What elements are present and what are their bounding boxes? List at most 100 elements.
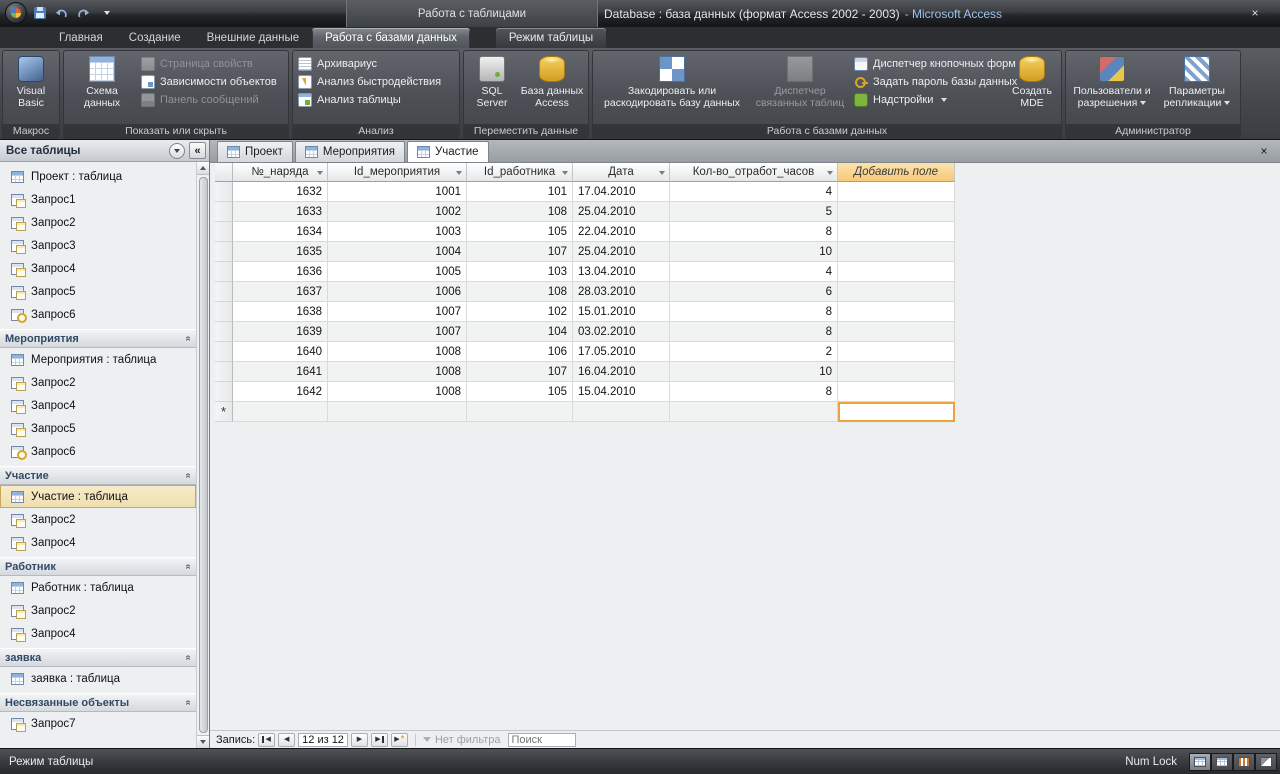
nav-pane-shutter-button[interactable]: « xyxy=(189,142,206,159)
cell[interactable] xyxy=(573,402,670,422)
cell[interactable]: 2 xyxy=(670,342,838,362)
linked-table-manager-button[interactable]: Диспетчер связанных таблиц xyxy=(750,52,850,123)
nav-section-header[interactable]: Работник « xyxy=(0,557,196,576)
cell[interactable]: 108 xyxy=(467,202,573,222)
cell[interactable] xyxy=(670,402,838,422)
column-header[interactable]: Id_мероприятия xyxy=(328,163,467,182)
add-field-cell[interactable] xyxy=(838,182,955,202)
row-selector[interactable] xyxy=(215,322,233,342)
add-field-cell[interactable] xyxy=(838,362,955,382)
cell[interactable]: 1634 xyxy=(233,222,328,242)
add-field-cell[interactable] xyxy=(838,382,955,402)
cell[interactable]: 13.04.2010 xyxy=(573,262,670,282)
nav-item[interactable]: Запрос2 xyxy=(0,211,196,234)
row-selector[interactable] xyxy=(215,202,233,222)
row-selector[interactable] xyxy=(215,242,233,262)
cell[interactable]: 1005 xyxy=(328,262,467,282)
scrollbar-thumb[interactable] xyxy=(198,177,208,733)
analyze-table-button[interactable]: Анализ таблицы xyxy=(296,93,443,107)
new-record-button[interactable]: ▶ * xyxy=(390,732,408,747)
qat-customize-button[interactable] xyxy=(96,4,115,23)
ribbon-tab[interactable]: Создание xyxy=(116,28,194,48)
encode-decode-button[interactable]: Закодировать или раскодировать базу данн… xyxy=(596,52,748,123)
cell[interactable]: 102 xyxy=(467,302,573,322)
add-field-cell[interactable] xyxy=(838,282,955,302)
cell[interactable]: 1008 xyxy=(328,342,467,362)
document-tab[interactable]: Проект xyxy=(217,141,293,162)
nav-item[interactable]: Запрос3 xyxy=(0,234,196,257)
search-input[interactable] xyxy=(507,732,576,747)
scroll-down-button[interactable] xyxy=(196,735,209,748)
visual-basic-button[interactable]: Visual Basic xyxy=(6,52,56,123)
row-selector[interactable] xyxy=(215,262,233,282)
cell[interactable]: 1008 xyxy=(328,362,467,382)
add-ins-button[interactable]: Надстройки xyxy=(852,93,1002,107)
pivottable-view-button[interactable] xyxy=(1211,752,1233,771)
cell[interactable]: 103 xyxy=(467,262,573,282)
cell[interactable]: 101 xyxy=(467,182,573,202)
cell[interactable]: 15.01.2010 xyxy=(573,302,670,322)
access-database-button[interactable]: База данных Access xyxy=(519,52,585,123)
object-dependencies-button[interactable]: Зависимости объектов xyxy=(139,75,287,89)
cell[interactable]: 16.04.2010 xyxy=(573,362,670,382)
add-field-cell[interactable] xyxy=(838,222,955,242)
close-button[interactable]: × xyxy=(1242,5,1268,21)
nav-item[interactable]: Запрос2 xyxy=(0,599,196,622)
cell[interactable]: 1635 xyxy=(233,242,328,262)
nav-item[interactable]: Запрос4 xyxy=(0,622,196,645)
cell[interactable]: 10 xyxy=(670,362,838,382)
cell[interactable]: 8 xyxy=(670,222,838,242)
cell[interactable]: 105 xyxy=(467,382,573,402)
undo-button[interactable] xyxy=(52,4,71,23)
ribbon-tab[interactable]: Внешние данные xyxy=(194,28,312,48)
row-selector[interactable] xyxy=(215,382,233,402)
column-dropdown-icon[interactable] xyxy=(456,171,462,175)
column-dropdown-icon[interactable] xyxy=(827,171,833,175)
nav-section-header[interactable]: заявка « xyxy=(0,648,196,667)
column-header[interactable]: №_наряда xyxy=(233,163,328,182)
cell[interactable]: 1004 xyxy=(328,242,467,262)
cell[interactable]: 4 xyxy=(670,182,838,202)
cell[interactable] xyxy=(467,402,573,422)
nav-section-header[interactable]: Несвязанные объекты « xyxy=(0,693,196,712)
nav-item[interactable]: Запрос6 xyxy=(0,440,196,463)
row-selector[interactable] xyxy=(215,222,233,242)
cell[interactable]: 1006 xyxy=(328,282,467,302)
redo-button[interactable] xyxy=(74,4,93,23)
column-dropdown-icon[interactable] xyxy=(317,171,323,175)
nav-item[interactable]: Запрос4 xyxy=(0,257,196,280)
sql-server-button[interactable]: SQL Server xyxy=(467,52,517,123)
nav-item[interactable]: заявка : таблица xyxy=(0,667,196,690)
column-dropdown-icon[interactable] xyxy=(659,171,665,175)
pivotchart-view-button[interactable] xyxy=(1233,752,1255,771)
cell[interactable]: 8 xyxy=(670,302,838,322)
nav-item[interactable]: Запрос4 xyxy=(0,394,196,417)
cell[interactable]: 1632 xyxy=(233,182,328,202)
column-header[interactable]: Дата xyxy=(573,163,670,182)
row-selector[interactable] xyxy=(215,302,233,322)
row-selector[interactable] xyxy=(215,342,233,362)
message-bar-button[interactable]: Панель сообщений xyxy=(139,93,287,107)
cell[interactable]: 03.02.2010 xyxy=(573,322,670,342)
nav-item[interactable]: Запрос1 xyxy=(0,188,196,211)
ribbon-tab[interactable]: Режим таблицы xyxy=(495,28,607,48)
cell[interactable]: 25.04.2010 xyxy=(573,202,670,222)
office-button[interactable] xyxy=(5,2,27,24)
new-record-selector[interactable]: * xyxy=(215,402,233,422)
document-tab[interactable]: Мероприятия xyxy=(294,141,405,162)
nav-section-header[interactable]: Мероприятия « xyxy=(0,329,196,348)
set-database-password-button[interactable]: Задать пароль базы данных xyxy=(852,75,1017,89)
relationships-button[interactable]: Схема данных xyxy=(67,52,137,123)
cell[interactable]: 4 xyxy=(670,262,838,282)
cell[interactable] xyxy=(328,402,467,422)
cell[interactable]: 22.04.2010 xyxy=(573,222,670,242)
nav-item[interactable]: Мероприятия : таблица xyxy=(0,348,196,371)
column-dropdown-icon[interactable] xyxy=(562,171,568,175)
row-selector[interactable] xyxy=(215,362,233,382)
cell[interactable]: 104 xyxy=(467,322,573,342)
cell[interactable]: 105 xyxy=(467,222,573,242)
property-sheet-button[interactable]: Страница свойств xyxy=(139,57,287,71)
cell[interactable]: 10 xyxy=(670,242,838,262)
nav-item[interactable]: Проект : таблица xyxy=(0,165,196,188)
cell[interactable]: 1642 xyxy=(233,382,328,402)
